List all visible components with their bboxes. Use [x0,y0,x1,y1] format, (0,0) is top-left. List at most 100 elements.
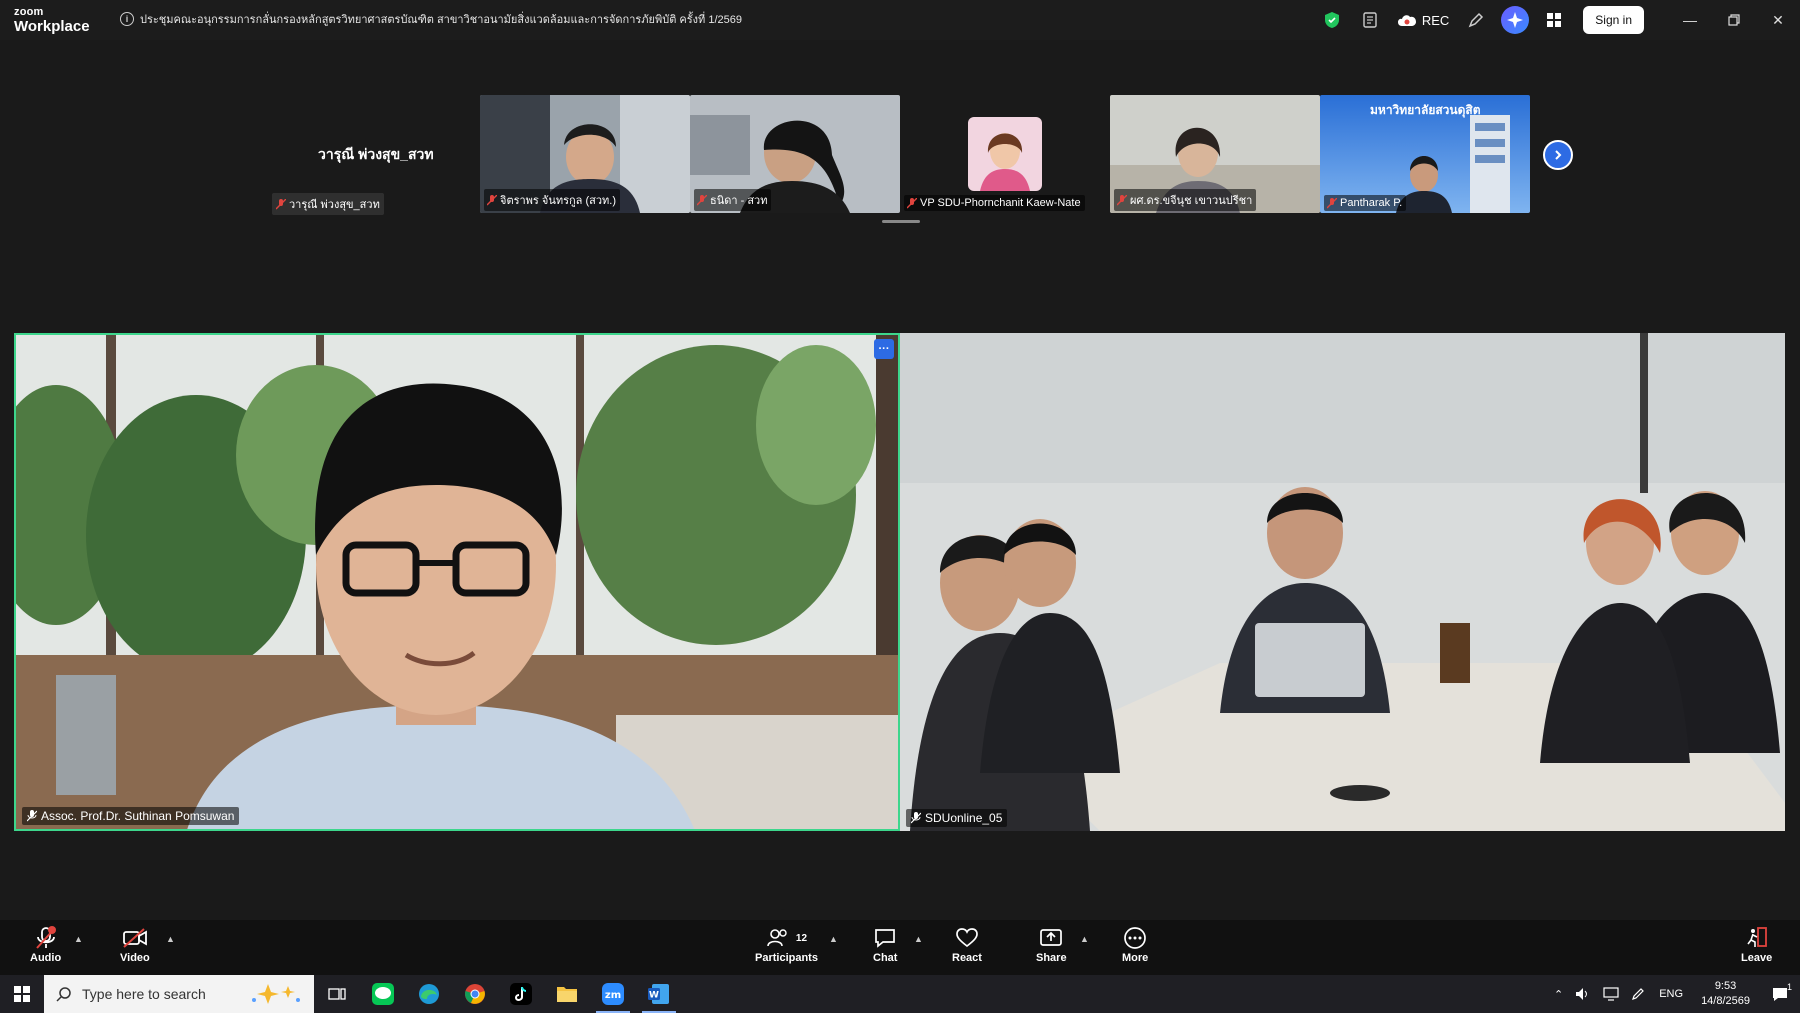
line-app-icon[interactable] [360,975,406,1013]
svg-text:W: W [649,991,659,1001]
title-bar-controls: REC Sign in — ✕ [1313,0,1800,40]
meeting-toolbar: Audio ▲ Video ▲ 12 Participants ▲ Chat ▲… [0,920,1800,975]
ai-companion-button[interactable] [1501,6,1530,34]
participant-name-label: VP SDU-Phornchanit Kaew-Nate [904,195,1085,211]
video-options-button[interactable]: ··· [874,339,894,359]
chevron-up-icon[interactable]: ⌃ [1554,988,1563,1001]
word-app-icon[interactable]: W [636,975,682,1013]
video-off-icon [122,924,148,952]
audio-button[interactable]: Audio [30,924,61,964]
participant-thumbnail[interactable]: จิตราพร จันทรกูล (สวท.) [480,95,690,213]
share-button[interactable]: Share [1036,924,1067,964]
start-button[interactable] [0,975,44,1013]
notes-icon[interactable] [1357,7,1383,33]
participant-name: Pantharak P. [1340,197,1403,209]
mic-icon [911,812,921,824]
security-shield-icon[interactable] [1319,7,1345,33]
edge-browser-icon[interactable] [406,975,452,1013]
leave-button[interactable]: Leave [1741,924,1772,964]
next-page-button[interactable] [1543,140,1573,170]
participant-thumbnail[interactable]: มหาวิทยาลัยสวนดุสิต Pantharak P. [1320,95,1530,213]
strip-scroll-indicator[interactable] [882,220,920,223]
leave-label: Leave [1741,952,1773,964]
mic-icon [27,810,37,822]
search-placeholder: Type here to search [82,986,206,1002]
close-button[interactable]: ✕ [1756,0,1800,40]
restore-icon [1728,14,1740,26]
more-label: More [1122,952,1149,964]
taskbar-clock[interactable]: 9:53 14/8/2569 [1701,979,1750,1009]
rec-label: REC [1421,12,1450,28]
taskbar-search-box[interactable]: Type here to search [44,975,314,1013]
logo-bottom: Workplace [14,18,90,35]
more-button[interactable]: More [1122,924,1148,964]
mic-muted-icon [906,197,918,209]
react-button[interactable]: React [952,924,982,964]
sparkle-icon [1507,12,1524,28]
info-icon[interactable]: i [120,12,134,26]
participant-thumbnail[interactable]: ผศ.ดร.ขจีนุช เขาวนปรีชา [1110,95,1320,213]
gallery-strip: วารุณี พ่วงสุข_สวท วารุณี พ่วงสุข_สวท จิ… [0,40,1800,223]
chat-button[interactable]: Chat [873,924,897,964]
participant-name: จิตราพร จันทรกูล (สวท.) [500,195,616,207]
apps-grid-icon[interactable] [1541,7,1567,33]
video-participant-name: Assoc. Prof.Dr. Suthinan Pomsuwan [41,809,235,823]
logo-top: zoom [14,6,44,18]
participants-button[interactable]: 12 Participants [755,924,818,964]
mic-muted-icon [275,198,287,210]
video-tile-meeting-room[interactable]: SDUonline_05 [900,333,1785,831]
sparkle-decoration-icon [252,984,300,1004]
mic-muted-icon [696,194,708,206]
cloud-recording-indicator[interactable]: REC [1397,13,1449,28]
chat-icon [873,924,897,952]
clock-date: 14/8/2569 [1701,995,1750,1007]
network-icon[interactable] [1603,987,1619,1001]
video-participant-name: SDUonline_05 [925,811,1003,825]
react-label: React [952,952,982,964]
mic-muted-icon [1326,197,1338,209]
windows-taskbar: Type here to search zm W ⌃ ENG 9:53 14/8… [0,975,1800,1013]
meeting-info[interactable]: i ประชุมคณะอนุกรรมการกลั่นกรองหลักสูตรวิ… [120,10,742,28]
file-explorer-icon[interactable] [544,975,590,1013]
system-tray: ⌃ ENG 9:53 14/8/2569 1 [1548,975,1800,1013]
participant-name: ผศ.ดร.ขจีนุช เขาวนปรีชา [1130,195,1253,207]
mic-muted-icon [1116,194,1128,206]
minimize-button[interactable]: — [1668,0,1712,40]
sign-in-button[interactable]: Sign in [1583,6,1644,34]
language-indicator[interactable]: ENG [1659,988,1683,1000]
tiktok-app-icon[interactable] [498,975,544,1013]
close-icon: ✕ [1772,11,1784,28]
mic-muted-icon [486,194,498,206]
meeting-title: ประชุมคณะอนุกรรมการกลั่นกรองหลักสูตรวิทย… [140,14,742,26]
participants-count: 12 [795,932,808,944]
video-options-caret[interactable]: ▲ [166,934,175,944]
notifications-button[interactable]: 1 [1760,982,1800,1002]
svg-text:zm: zm [605,990,621,1001]
task-view-icon[interactable] [314,975,360,1013]
zoom-app-icon[interactable]: zm [590,975,636,1013]
video-button[interactable]: Video [120,924,150,964]
video-tile-active-speaker[interactable]: ··· Assoc. Prof.Dr. Suthinan Pomsuwan [14,333,900,831]
share-options-caret[interactable]: ▲ [1080,934,1089,944]
chat-options-caret[interactable]: ▲ [914,934,923,944]
participant-name-label: ธนิดา - สวท [694,189,772,211]
banner-text: มหาวิทยาลัยสวนดุสิต [1370,103,1481,117]
participant-name-label: จิตราพร จันทรกูล (สวท.) [484,189,620,211]
minimize-icon: — [1683,12,1697,28]
participants-icon: 12 [766,924,807,952]
participants-options-caret[interactable]: ▲ [829,934,838,944]
speaker-icon[interactable] [1575,987,1591,1001]
share-label: Share [1036,952,1067,964]
restore-button[interactable] [1712,0,1756,40]
mic-muted-icon [35,924,57,952]
annotate-pen-icon[interactable] [1463,7,1489,33]
participant-thumbnail[interactable]: VP SDU-Phornchanit Kaew-Nate [900,95,1110,213]
chrome-browser-icon[interactable] [452,975,498,1013]
heart-icon [955,924,979,952]
participant-thumbnail[interactable]: ธนิดา - สวท [690,95,900,213]
clock-time: 9:53 [1714,980,1737,992]
pen-icon[interactable] [1631,987,1645,1001]
active-speaker-name: วารุณี พ่วงสุข_สวท [318,146,434,162]
share-screen-icon [1039,924,1063,952]
audio-options-caret[interactable]: ▲ [74,934,83,944]
